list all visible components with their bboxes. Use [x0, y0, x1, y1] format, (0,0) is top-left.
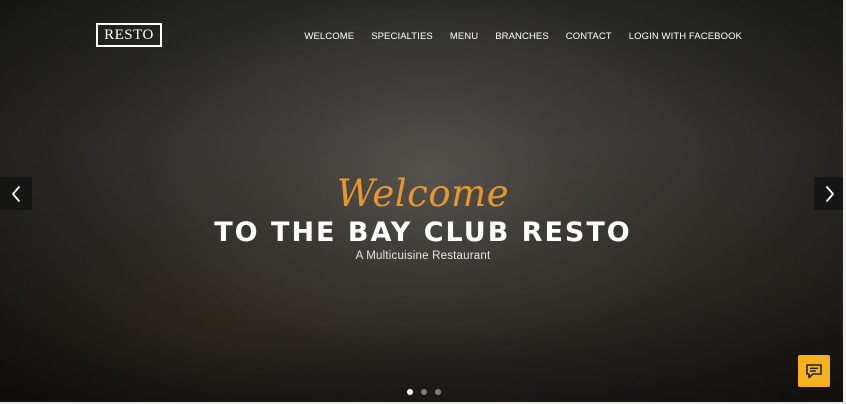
slider-dot-2[interactable]	[421, 389, 427, 395]
slider-dot-1[interactable]	[407, 389, 413, 395]
nav-item-menu[interactable]: MENU	[450, 31, 478, 42]
hero-subline: A Multicuisine Restaurant	[355, 250, 491, 262]
chat-button[interactable]	[798, 355, 830, 387]
logo[interactable]: RESTO	[96, 23, 162, 47]
slider-dot-3[interactable]	[435, 389, 441, 395]
nav-item-welcome[interactable]: WELCOME	[304, 31, 354, 42]
hero-script-welcome: Welcome	[336, 172, 510, 215]
nav-item-login-facebook[interactable]: LOGIN WITH FACEBOOK	[629, 31, 742, 42]
nav-item-specialties[interactable]: SPECIALTIES	[371, 31, 433, 42]
nav-item-contact[interactable]: CONTACT	[566, 31, 612, 42]
main-nav: WELCOME SPECIALTIES MENU BRANCHES CONTAC…	[304, 31, 742, 42]
chat-bubble-icon	[806, 363, 822, 378]
slider-pagination	[407, 389, 441, 395]
nav-item-branches[interactable]: BRANCHES	[495, 31, 549, 42]
hero-headline: TO THE BAY CLUB RESTO	[214, 217, 632, 248]
